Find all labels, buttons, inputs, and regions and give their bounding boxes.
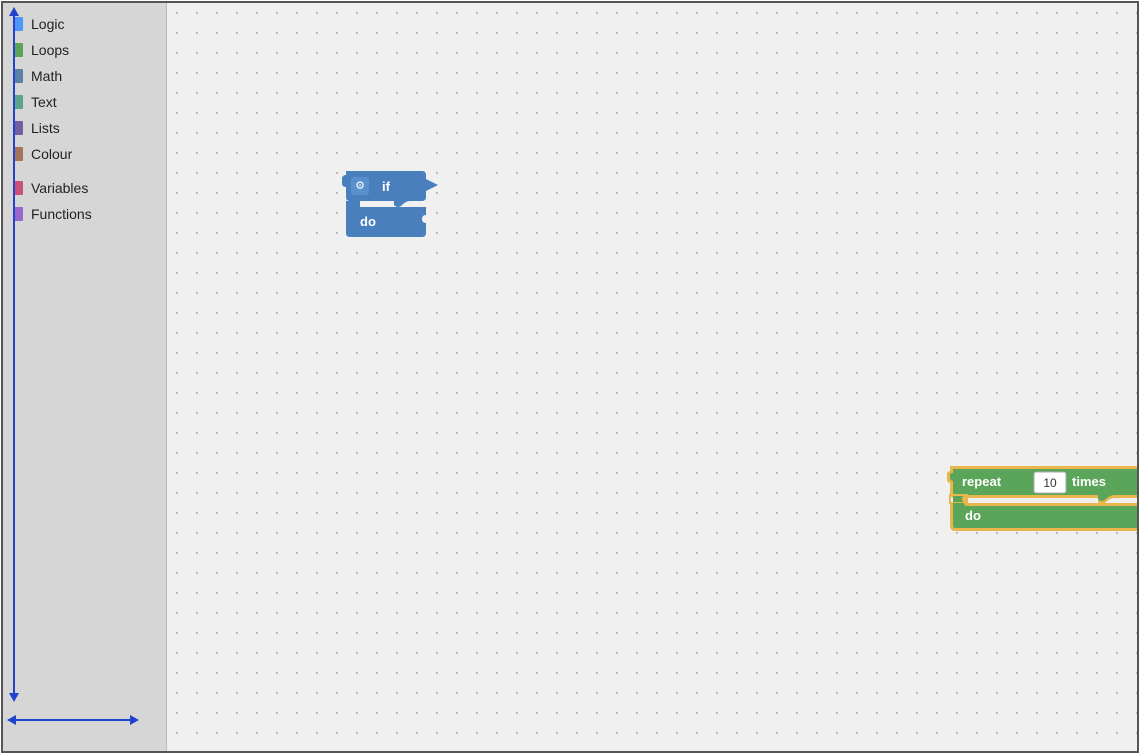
main-container: Logic Loops Math Text Lists Colour Varia… (1, 1, 1139, 753)
sidebar: Logic Loops Math Text Lists Colour Varia… (3, 3, 167, 751)
sidebar-label-lists: Lists (31, 120, 60, 136)
sidebar-divider (3, 167, 166, 175)
sidebar-label-functions: Functions (31, 206, 92, 222)
block-canvas[interactable]: ⚙ if do repeat (167, 3, 1137, 751)
svg-text:10: 10 (1043, 476, 1057, 490)
sidebar-label-text: Text (31, 94, 57, 110)
svg-text:if: if (382, 179, 391, 194)
arrow-up (9, 7, 19, 16)
sidebar-label-colour: Colour (31, 146, 72, 162)
svg-text:⚙: ⚙ (355, 180, 365, 192)
if-block[interactable]: ⚙ if do (342, 171, 442, 244)
repeat-block[interactable]: repeat 10 times do (947, 463, 1137, 540)
repeat-block-svg: repeat 10 times do (947, 463, 1137, 535)
if-block-svg: ⚙ if do (342, 171, 442, 239)
arrow-down (9, 693, 19, 702)
horizontal-arrow-line (13, 719, 133, 721)
sidebar-label-logic: Logic (31, 16, 64, 32)
vertical-arrow-line (13, 13, 15, 696)
svg-text:do: do (360, 214, 376, 229)
sidebar-item-text[interactable]: Text (3, 89, 166, 115)
sidebar-item-loops[interactable]: Loops (3, 37, 166, 63)
svg-text:times: times (1072, 474, 1106, 489)
sidebar-label-loops: Loops (31, 42, 69, 58)
sidebar-item-logic[interactable]: Logic (3, 11, 166, 37)
arrow-right (130, 715, 139, 725)
sidebar-item-variables[interactable]: Variables (3, 175, 166, 201)
sidebar-item-functions[interactable]: Functions (3, 201, 166, 227)
svg-text:repeat: repeat (962, 474, 1002, 489)
sidebar-item-lists[interactable]: Lists (3, 115, 166, 141)
sidebar-label-variables: Variables (31, 180, 88, 196)
sidebar-item-math[interactable]: Math (3, 63, 166, 89)
sidebar-label-math: Math (31, 68, 62, 84)
sidebar-item-colour[interactable]: Colour (3, 141, 166, 167)
svg-text:do: do (965, 508, 981, 523)
arrow-left (7, 715, 16, 725)
